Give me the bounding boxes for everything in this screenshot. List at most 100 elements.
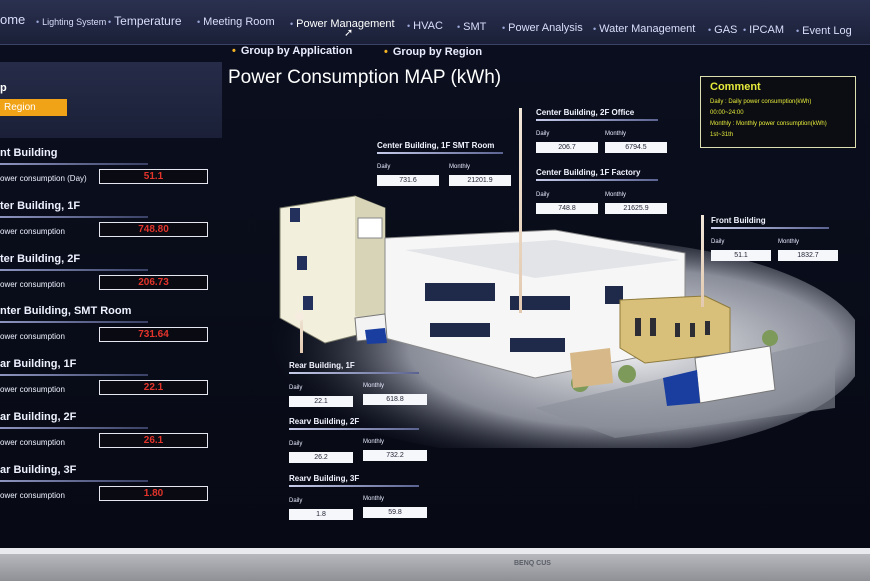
bullet-icon: • [502, 23, 506, 33]
daily-label: Daily [289, 498, 303, 504]
tab-group-by-application[interactable]: • Group by Application [232, 45, 352, 57]
divider [0, 480, 148, 482]
divider [289, 428, 419, 430]
bullet-icon: • [290, 19, 294, 29]
front-window [705, 321, 710, 335]
section-heading: nt Building [0, 147, 58, 159]
metric-value: 51.1 [99, 169, 208, 184]
metric-value: 731.64 [99, 327, 208, 342]
bullet-icon: • [708, 25, 712, 35]
metric-label: ower consumption [0, 332, 65, 341]
monthly-value: 618.8 [363, 394, 427, 405]
monthly-label: Monthly [449, 164, 471, 170]
nav-label: Temperature [114, 14, 182, 28]
metric-label: ower consumption [0, 491, 65, 500]
panel-title: Front Building [711, 216, 766, 225]
section-heading: ar Building, 3F [0, 464, 77, 476]
divider [711, 227, 829, 229]
daily-value: 1.8 [289, 509, 353, 520]
nav-item-water-management[interactable]: • Water Management [593, 23, 695, 35]
screen: ome • Lighting System • Temperature • Meeti… [0, 0, 870, 548]
bullet-icon: • [743, 25, 747, 35]
divider [289, 485, 419, 487]
tab-label: Group by Application [240, 45, 353, 57]
tab-group-by-region[interactable]: • Group by Region [384, 46, 482, 58]
metric-value: 1.80 [99, 486, 208, 501]
daily-label: Daily [377, 164, 391, 170]
monthly-label: Monthly [363, 439, 385, 445]
daily-label: Daily [289, 441, 303, 447]
top-nav: ome • Lighting System • Temperature • Meeti… [0, 0, 870, 45]
nav-item-hvac[interactable]: • HVAC [407, 20, 443, 32]
divider [0, 163, 148, 165]
marker-pole [295, 312, 304, 321]
divider [0, 427, 148, 429]
comment-title: Comment [710, 81, 761, 93]
section-heading: ter Building, 1F [0, 200, 81, 212]
rear-window [290, 208, 300, 222]
panel-title: Center Building, 1F SMT Room [377, 141, 495, 150]
nav-item-event-log[interactable]: • Event Log [796, 25, 852, 37]
daily-value: 731.6 [377, 175, 439, 186]
nav-item-ipcam[interactable]: • IPCAM [743, 24, 784, 36]
bezel-edge [0, 548, 870, 554]
daily-value: 22.1 [289, 396, 353, 407]
daily-value: 206.7 [536, 142, 598, 153]
small-truck-cab [365, 328, 387, 344]
bullet-icon: • [108, 17, 112, 27]
front-window [675, 323, 680, 337]
mouse-pointer-icon: ➚ [344, 27, 354, 39]
section-heading: ar Building, 2F [0, 411, 77, 423]
sidebar-title: p [0, 82, 7, 94]
nav-item-meeting-room[interactable]: • Meeting Room [197, 16, 275, 28]
metric-label: ower consumption [0, 227, 65, 236]
section-heading: ter Building, 2F [0, 253, 81, 265]
front-window [635, 318, 641, 336]
monitor-brand-logo: BENQ CUS [514, 560, 551, 567]
monthly-value: 6794.5 [605, 142, 667, 153]
center-window-band [510, 338, 565, 352]
rear-window [297, 256, 307, 270]
divider [536, 179, 658, 181]
metric-label: ower consumption [0, 280, 65, 289]
nav-item-temperature[interactable]: • Temperature [108, 14, 182, 28]
comment-line: 00:00~24:00 [710, 110, 744, 116]
nav-label: Power Analysis [508, 22, 583, 34]
nav-item-home[interactable]: ome [0, 12, 25, 27]
section-heading: ar Building, 1F [0, 358, 77, 370]
nav-item-gas[interactable]: • GAS [708, 24, 737, 36]
rear-building-side [355, 196, 385, 328]
monthly-value: 1832.7 [778, 250, 838, 261]
bullet-icon: • [457, 22, 461, 32]
bullet-icon: • [593, 24, 597, 34]
tree [618, 365, 636, 383]
monthly-label: Monthly [605, 192, 627, 198]
bullet-icon: • [232, 45, 236, 57]
monthly-label: Monthly [363, 496, 385, 502]
divider [0, 321, 148, 323]
nav-item-smt[interactable]: • SMT [457, 21, 486, 33]
daily-label: Daily [536, 192, 550, 198]
monthly-value: 732.2 [363, 450, 427, 461]
daily-value: 748.8 [536, 203, 598, 214]
rear-stair [357, 217, 383, 239]
panel-title: Rearv Building, 2F [289, 417, 360, 426]
region-button[interactable]: Region [0, 99, 67, 116]
front-window [690, 323, 695, 337]
marker-pole [519, 108, 522, 313]
metric-value: 748.80 [99, 222, 208, 237]
tab-label: Group by Region [392, 46, 483, 58]
nav-item-lighting[interactable]: • Lighting System [36, 17, 106, 27]
nav-item-power-management[interactable]: • Power Management [290, 18, 395, 30]
monitor-bezel: BENQ CUS [0, 548, 870, 581]
nav-label: SMT [463, 21, 487, 33]
comment-line: Daily : Daily power consumption(kWh) [710, 99, 812, 105]
nav-item-power-analysis[interactable]: • Power Analysis [502, 22, 583, 34]
daily-label: Daily [711, 239, 725, 245]
monthly-label: Monthly [605, 131, 627, 137]
marker-pole [701, 215, 704, 307]
panel-title: Rear Building, 1F [289, 361, 355, 370]
rear-window [303, 296, 313, 310]
center-window-band [425, 283, 495, 301]
daily-label: Daily [536, 131, 550, 137]
